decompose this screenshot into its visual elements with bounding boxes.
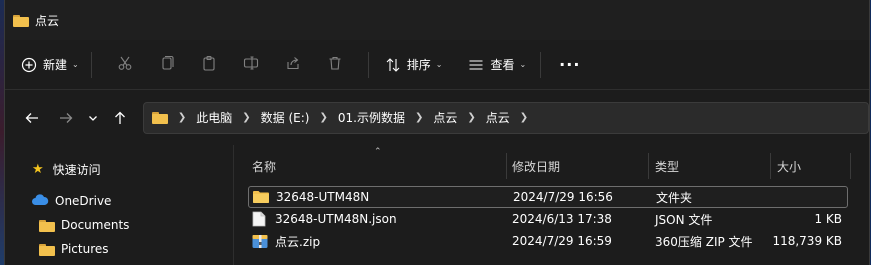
column-header-date[interactable]: 修改日期 xyxy=(512,158,560,175)
back-button[interactable] xyxy=(17,103,47,133)
chevron-right-icon: ❯ xyxy=(414,112,424,123)
forward-button[interactable] xyxy=(51,103,81,133)
delete-icon[interactable] xyxy=(327,55,343,74)
share-icon[interactable] xyxy=(285,55,301,74)
sidebar-item-label: Pictures xyxy=(61,242,109,256)
folder-icon xyxy=(253,190,269,204)
cut-icon[interactable] xyxy=(117,55,133,74)
chevron-down-icon: ⌄ xyxy=(72,60,79,69)
file-size: 118,739 KB xyxy=(772,234,842,248)
file-date: 2024/7/29 16:59 xyxy=(512,234,612,248)
chevron-right-icon: ❯ xyxy=(467,112,476,123)
zip-archive-icon xyxy=(252,233,268,249)
folder-icon xyxy=(39,219,55,232)
column-header-name[interactable]: 名称 xyxy=(252,158,276,175)
window-title: 点云 xyxy=(35,13,60,28)
sort-button[interactable]: 排序 ⌄ xyxy=(385,49,443,81)
file-name: 32648-UTM48N xyxy=(276,190,370,204)
toolbar-divider xyxy=(540,51,542,78)
column-divider[interactable] xyxy=(648,153,649,179)
breadcrumb-this-pc[interactable]: 此电脑 xyxy=(196,109,232,126)
new-button-label: 新建 xyxy=(43,58,68,72)
chevron-down-icon: ⌄ xyxy=(435,60,443,69)
column-divider[interactable] xyxy=(506,153,507,179)
file-row[interactable]: 32648-UTM48N.json 2024/6/13 17:38 JSON 文… xyxy=(248,208,848,230)
file-row[interactable]: 32648-UTM48N 2024/7/29 16:56 文件夹 xyxy=(248,186,848,208)
view-button[interactable]: 查看 ⌄ xyxy=(468,49,526,81)
breadcrumb-point-cloud[interactable]: 点云 xyxy=(433,109,457,126)
sidebar-item-quick-access[interactable]: ★ 快速访问 xyxy=(5,157,233,181)
column-header-type[interactable]: 类型 xyxy=(655,158,679,175)
breadcrumb-drive-e[interactable]: 数据 (E:) xyxy=(261,109,310,126)
chevron-down-icon xyxy=(88,115,97,121)
up-button[interactable] xyxy=(105,103,135,133)
file-type: JSON 文件 xyxy=(655,212,713,227)
sidebar-item-pictures[interactable]: Pictures xyxy=(5,237,233,261)
file-size: 1 KB xyxy=(814,212,842,226)
paste-icon[interactable] xyxy=(201,55,217,74)
file-date: 2024/6/13 17:38 xyxy=(512,212,612,226)
chevron-right-icon: ❯ xyxy=(177,112,187,123)
file-date: 2024/7/29 16:56 xyxy=(513,190,613,204)
copy-icon[interactable] xyxy=(159,55,175,74)
breadcrumb-sample-data[interactable]: 01.示例数据 xyxy=(338,109,405,126)
arrow-left-icon xyxy=(25,112,38,123)
file-name: 点云.zip xyxy=(275,234,321,249)
rename-icon[interactable] xyxy=(243,55,259,74)
address-bar[interactable]: ❯ 此电脑 ❯ 数据 (E:) ❯ 01.示例数据 ❯ 点云 ❯ 点云 ❯ xyxy=(142,101,869,134)
navigation-bar: ❯ 此电脑 ❯ 数据 (E:) ❯ 01.示例数据 ❯ 点云 ❯ 点云 ❯ xyxy=(5,90,869,145)
folder-icon xyxy=(13,14,29,27)
new-button[interactable]: 新建 ⌄ xyxy=(21,49,79,81)
more-options-button[interactable]: ··· xyxy=(559,49,580,81)
more-icon: ··· xyxy=(559,55,581,74)
file-type: 文件夹 xyxy=(656,190,693,205)
folder-icon xyxy=(151,111,168,124)
chevron-right-icon: ❯ xyxy=(242,112,251,123)
sort-arrows-icon xyxy=(385,57,401,73)
main-area: ★ 快速访问 OneDrive Documents Pictures ⌃ 名称 … xyxy=(5,145,869,265)
column-header-size[interactable]: 大小 xyxy=(777,158,801,175)
file-explorer-window: 点云 新建 ⌄ 排序 ⌄ 查看 ⌄ ··· ❯ 此电脑 ❯ 数据 (E:) ❯ … xyxy=(4,0,870,265)
sidebar-item-label: OneDrive xyxy=(55,194,112,208)
view-button-label: 查看 xyxy=(490,58,515,72)
arrow-up-icon xyxy=(114,111,125,124)
sort-button-label: 排序 xyxy=(406,58,431,72)
sidebar-item-documents[interactable]: Documents xyxy=(5,213,233,237)
breadcrumb-point-cloud-current[interactable]: 点云 xyxy=(486,109,510,126)
file-name: 32648-UTM48N.json xyxy=(275,212,397,226)
view-lines-icon xyxy=(468,57,484,73)
sidebar-item-onedrive[interactable]: OneDrive xyxy=(5,189,233,213)
sidebar-item-label: 快速访问 xyxy=(52,162,101,177)
arrow-right-icon xyxy=(59,112,73,123)
chevron-down-icon: ⌄ xyxy=(519,60,527,69)
file-type: 360压缩 ZIP 文件 xyxy=(655,234,753,249)
chevron-right-icon: ❯ xyxy=(319,112,328,123)
chevron-right-icon: ❯ xyxy=(519,112,529,123)
sidebar-item-label: Documents xyxy=(61,218,130,232)
folder-icon xyxy=(39,243,55,256)
column-divider[interactable] xyxy=(850,153,851,179)
command-bar: 新建 ⌄ 排序 ⌄ 查看 ⌄ ··· xyxy=(5,40,869,90)
column-header-row: ⌃ 名称 修改日期 类型 大小 xyxy=(234,145,869,183)
plus-circle-icon xyxy=(21,57,37,73)
toolbar-divider xyxy=(90,51,92,78)
column-divider[interactable] xyxy=(770,153,771,179)
title-bar: 点云 xyxy=(5,0,869,40)
navigation-pane: ★ 快速访问 OneDrive Documents Pictures xyxy=(5,145,234,265)
document-icon xyxy=(252,211,268,227)
star-icon: ★ xyxy=(32,161,44,177)
file-row[interactable]: 点云.zip 2024/7/29 16:59 360压缩 ZIP 文件 118,… xyxy=(248,230,848,252)
recent-locations-button[interactable] xyxy=(81,103,105,133)
toolbar-divider xyxy=(367,51,369,78)
cloud-icon xyxy=(31,193,49,209)
sort-ascending-icon: ⌃ xyxy=(374,147,382,157)
file-list: ⌃ 名称 修改日期 类型 大小 32648-UTM48N 2024/7/29 1… xyxy=(234,145,869,265)
